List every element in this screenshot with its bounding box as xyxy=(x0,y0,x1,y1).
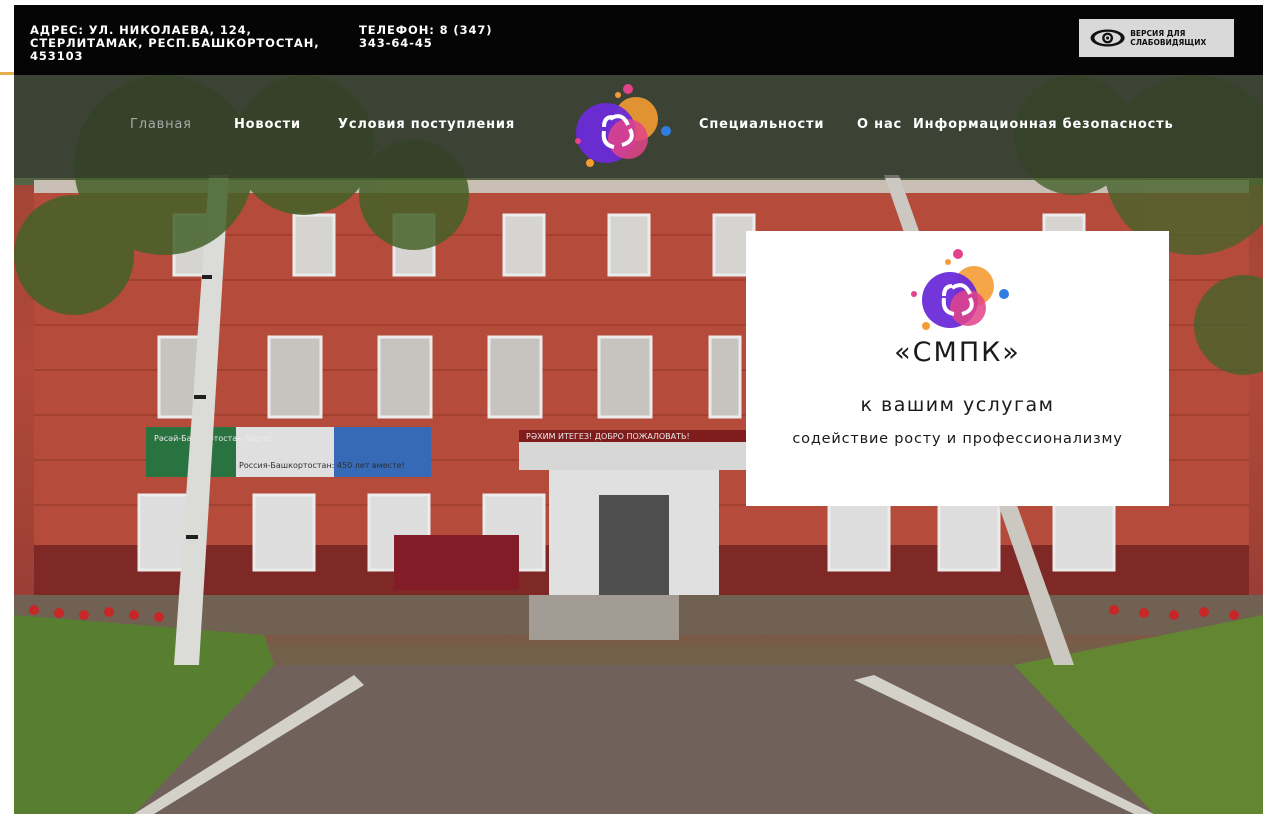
nav-item-specialties[interactable]: Специальности xyxy=(699,117,824,132)
accessibility-version-label: Версия для слабовидящих xyxy=(1130,29,1207,47)
nav-item-home[interactable]: Главная xyxy=(130,117,192,132)
nav-item-info-security[interactable]: Информационная безопасность xyxy=(913,117,1174,132)
card-subtitle: к вашим услугам xyxy=(860,394,1055,416)
card-tagline: содействие росту и профессионализму xyxy=(792,431,1123,447)
nav-item-news[interactable]: Новости xyxy=(234,117,301,132)
main-navigation: Главная Новости Условия поступления Спец… xyxy=(14,75,1263,178)
eye-icon xyxy=(1090,29,1125,47)
card-title: «СМПК» xyxy=(894,337,1021,368)
accessibility-version-button[interactable]: Версия для слабовидящих xyxy=(1079,19,1234,57)
college-logo-icon[interactable] xyxy=(570,81,674,173)
left-gutter xyxy=(0,0,14,814)
top-info-bar: Адрес: ул. Николаева, 124, Стерлитамак, … xyxy=(14,5,1263,75)
address-text: Адрес: ул. Николаева, 124, Стерлитамак, … xyxy=(30,23,320,63)
nav-item-admission[interactable]: Условия поступления xyxy=(338,117,515,132)
nav-item-about[interactable]: О нас xyxy=(857,117,902,132)
college-logo-icon xyxy=(911,249,1009,330)
phone-text: Телефон: 8 (347) 343-64-45 xyxy=(359,23,493,50)
hero-info-card: «СМПК» к вашим услугам содействие росту … xyxy=(746,231,1169,506)
